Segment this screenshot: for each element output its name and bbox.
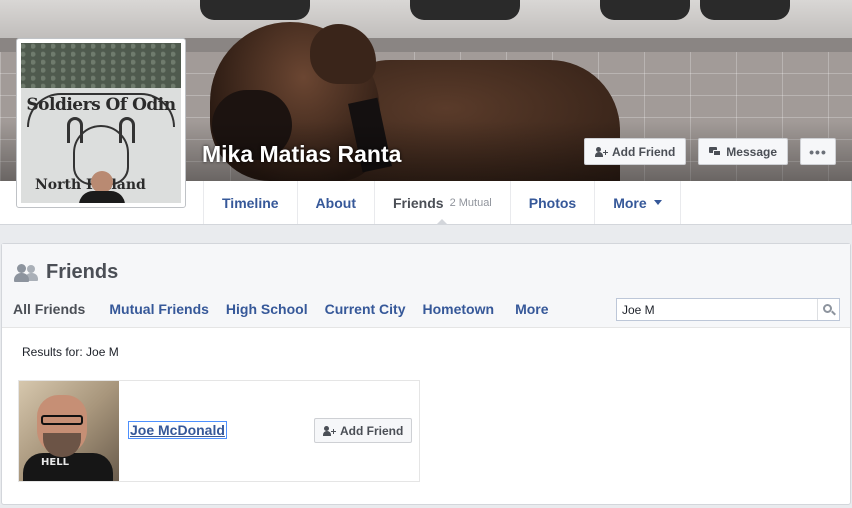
profile-picture[interactable]: Soldiers Of Odin North Finland [16,38,186,208]
search-button[interactable] [817,299,839,320]
tab-more[interactable]: More [594,181,681,224]
friend-add-friend-label: Add Friend [340,423,404,438]
friends-search [616,298,840,321]
friends-subnav: All Friends Mutual Friends High School C… [13,301,566,317]
search-icon [822,303,836,316]
tab-about[interactable]: About [296,181,374,224]
friends-title[interactable]: Friends [46,261,118,284]
profile-tabs: Timeline About Friends 2 Mutual Photos M… [203,181,681,225]
ellipsis-icon: ••• [809,143,827,160]
more-options-button[interactable]: ••• [800,138,836,165]
cover-actions: Add Friend Message ••• [583,138,836,165]
friend-result-card: HELL Joe McDonald Add Friend [18,380,420,482]
subnav-high-school[interactable]: High School [226,301,308,317]
add-friend-button[interactable]: Add Friend [583,138,687,165]
message-button[interactable]: Message [698,138,788,165]
friends-icon [14,263,38,283]
friends-panel-header: Friends All Friends Mutual Friends High … [2,244,850,328]
friend-avatar[interactable]: HELL [19,381,119,481]
subnav-all-friends[interactable]: All Friends [13,301,85,317]
avatar-shirt-text: HELL [41,457,69,468]
subnav-hometown[interactable]: Hometown [423,301,495,317]
profile-header: Mika Matias Ranta Add Friend Message •••… [0,0,852,225]
message-icon [709,146,722,157]
add-friend-icon [323,425,336,436]
add-friend-icon [594,146,608,157]
results-label: Results for: Joe M [22,345,119,359]
tab-friends[interactable]: Friends 2 Mutual [373,181,510,225]
subnav-current-city[interactable]: Current City [325,301,406,317]
subnav-mutual-friends[interactable]: Mutual Friends [109,301,209,317]
friend-name-link[interactable]: Joe McDonald [128,421,227,439]
picture-sign-text: Soldiers Of Odin [26,95,176,115]
friends-panel: Friends All Friends Mutual Friends High … [1,243,851,505]
tab-timeline[interactable]: Timeline [203,181,297,224]
profile-name[interactable]: Mika Matias Ranta [202,141,401,168]
tab-photos[interactable]: Photos [509,181,594,224]
friend-add-friend-button[interactable]: Add Friend [314,418,413,443]
mutual-count: 2 Mutual [449,196,492,209]
friends-search-input[interactable] [617,299,817,320]
subnav-more[interactable]: More [515,301,548,317]
chevron-down-icon [653,200,662,205]
add-friend-label: Add Friend [611,144,676,159]
message-label: Message [726,144,777,159]
